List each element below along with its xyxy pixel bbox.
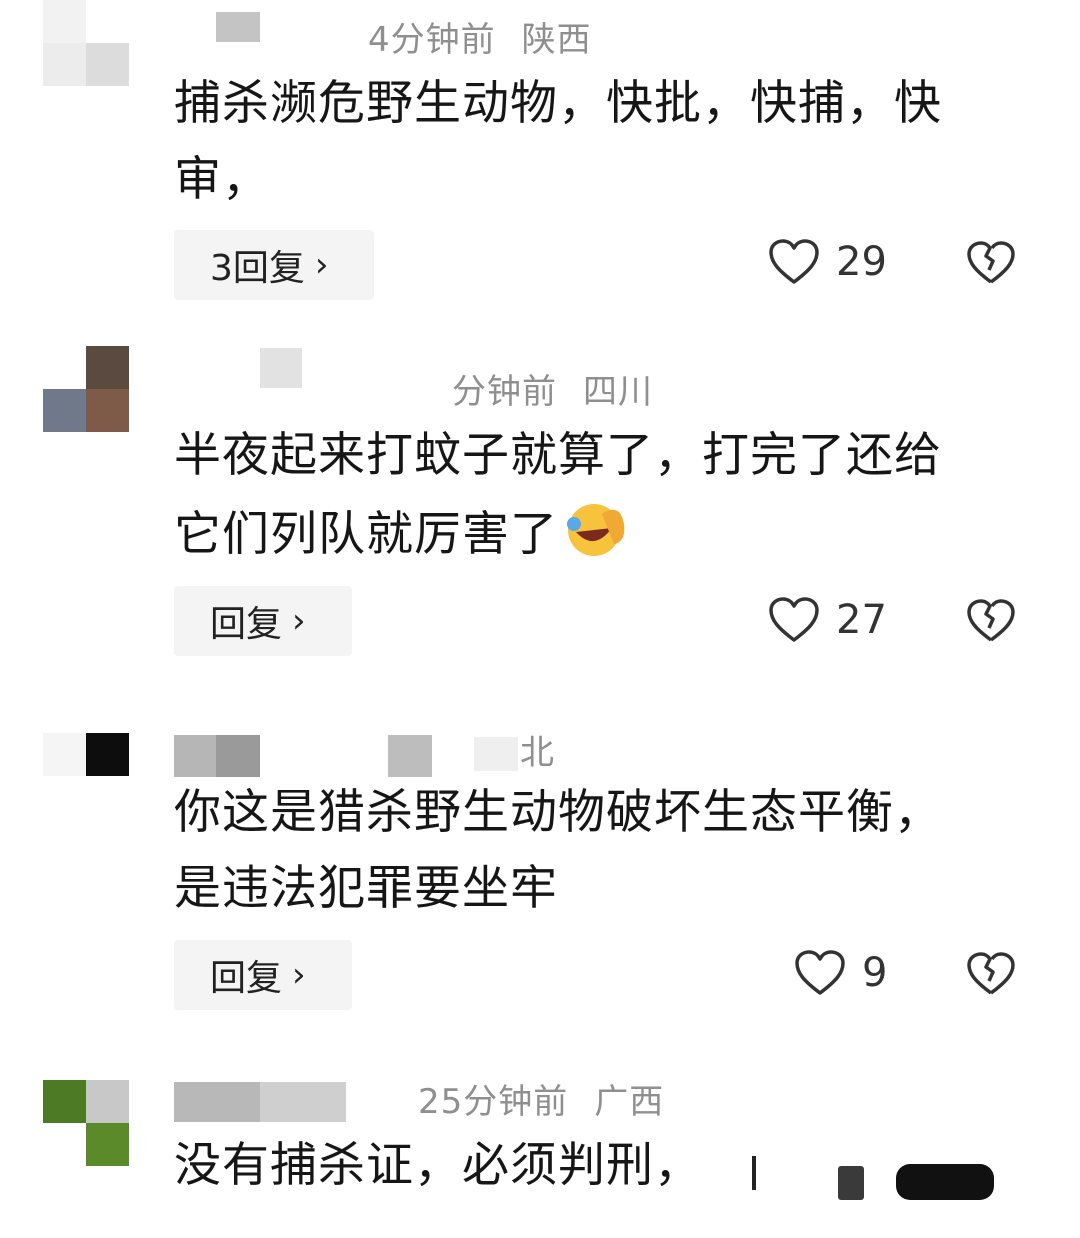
redacted-text-block <box>752 1156 756 1190</box>
laughing-crying-emoji-icon <box>562 494 630 562</box>
reply-label: 3回复 <box>210 248 305 289</box>
comment-text: 半夜起来打蚊子就算了，打完了还给 它们列队就厉害了 <box>174 418 1034 573</box>
broken-heart-icon <box>967 599 1015 642</box>
chevron-right-icon: › <box>292 955 306 995</box>
timestamp: 分钟前 <box>452 372 557 412</box>
like-button[interactable]: 29 <box>768 238 887 286</box>
like-button[interactable]: 27 <box>768 596 887 644</box>
comment-line: 捕杀濒危野生动物，快批，快捕，快审， <box>174 76 942 207</box>
dislike-button[interactable] <box>966 240 1016 290</box>
avatar[interactable] <box>43 733 130 820</box>
avatar[interactable] <box>43 346 130 433</box>
like-count: 29 <box>836 239 887 285</box>
comment-meta: 4分钟前 陕西 <box>368 12 592 61</box>
timestamp: 4分钟前 <box>368 20 496 60</box>
reply-button[interactable]: 回复 › <box>174 586 352 656</box>
heart-outline-icon <box>795 950 845 995</box>
reply-label: 回复 <box>210 958 283 999</box>
comment-meta: 25分钟前 广西 <box>418 1074 664 1123</box>
dislike-button[interactable] <box>966 951 1016 1001</box>
comment-meta: 分钟前 四川 <box>452 364 653 413</box>
comment-line: 它们列队就厉害了 <box>174 494 1034 573</box>
redacted-text-block <box>896 1164 994 1200</box>
region: 四川 <box>583 372 653 412</box>
chevron-right-icon: › <box>292 601 306 641</box>
comment-line: 你这是猎杀野生动物破坏生态平衡， <box>174 785 942 840</box>
like-count: 9 <box>862 950 888 996</box>
comment-line: 半夜起来打蚊子就算了，打完了还给 <box>174 428 942 483</box>
avatar[interactable] <box>43 0 130 87</box>
broken-heart-icon <box>967 952 1015 995</box>
reply-label: 回复 <box>210 604 283 645</box>
reply-button[interactable]: 回复 › <box>174 940 352 1010</box>
region: 广西 <box>594 1082 665 1122</box>
avatar[interactable] <box>43 1080 130 1167</box>
dislike-button[interactable] <box>966 598 1016 648</box>
broken-heart-icon <box>967 241 1015 284</box>
like-button[interactable]: 9 <box>794 949 887 997</box>
comment-text: 你这是猎杀野生动物破坏生态平衡， 是违法犯罪要坐牢 <box>174 775 1034 927</box>
region-partial: 北 <box>520 733 555 773</box>
comment-line-text: 它们列队就厉害了 <box>174 507 558 562</box>
region: 陕西 <box>521 20 592 60</box>
timestamp: 25分钟前 <box>418 1082 569 1122</box>
redacted-text-block <box>838 1166 864 1200</box>
like-count: 27 <box>836 597 887 643</box>
comment-line: 是违法犯罪要坐牢 <box>174 861 558 916</box>
chevron-right-icon: › <box>314 245 329 285</box>
reply-button[interactable]: 3回复 › <box>174 230 374 300</box>
heart-outline-icon <box>769 597 819 642</box>
heart-outline-icon <box>769 239 819 284</box>
comment-meta: 北 <box>520 725 555 774</box>
